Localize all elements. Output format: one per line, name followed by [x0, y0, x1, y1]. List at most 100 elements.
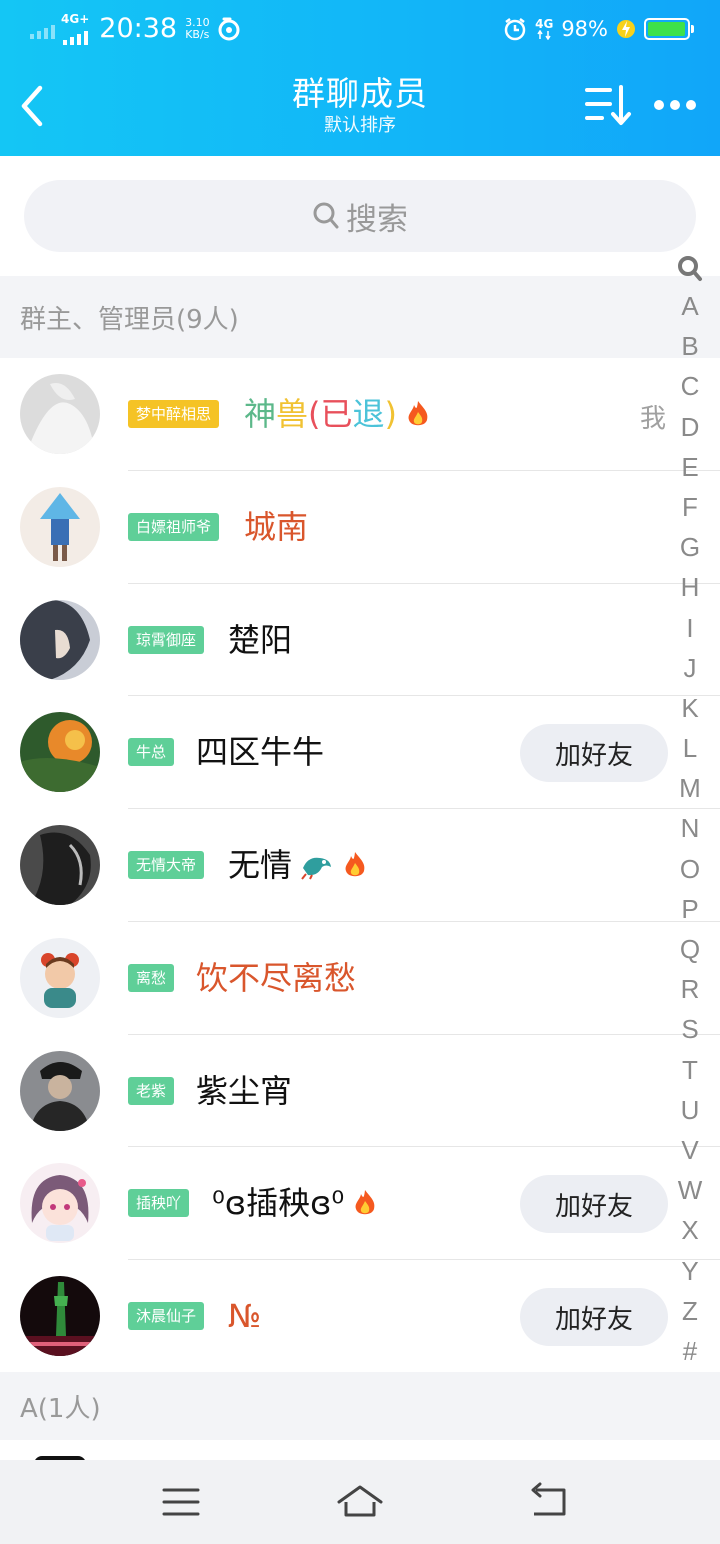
add-friend-button[interactable]: 加好友 — [520, 724, 668, 783]
list-item[interactable]: 白嫖祖师爷 城南 — [0, 470, 720, 584]
section-title: 群主、管理员(9人) — [20, 304, 239, 335]
name-char: 神 — [244, 395, 277, 433]
network-type-label-right: 4G — [535, 17, 554, 31]
member-name: № — [228, 1297, 262, 1335]
name-char: ( — [308, 395, 321, 433]
index-letter[interactable]: D — [672, 407, 708, 447]
page-title: 群聊成员 — [292, 74, 428, 113]
index-letter[interactable]: C — [672, 366, 708, 406]
status-bar: 4G+ 20:38 3.10 KB/s 4G 98% — [0, 0, 720, 58]
more-dots-icon[interactable] — [652, 96, 698, 114]
search-input[interactable]: 搜索 — [24, 180, 696, 252]
network-speed: 3.10 KB/s — [185, 17, 210, 41]
index-letter[interactable]: # — [672, 1331, 708, 1371]
member-name: 楚阳 — [228, 620, 293, 659]
index-letter[interactable]: Z — [672, 1291, 708, 1331]
section-header-a: A(1人) — [0, 1372, 720, 1440]
index-letter[interactable]: O — [672, 849, 708, 889]
fire-icon — [355, 1190, 375, 1215]
index-letter[interactable]: N — [672, 808, 708, 848]
home-icon[interactable] — [336, 1482, 384, 1522]
list-item[interactable]: 琼霄御座 楚阳 — [0, 583, 720, 697]
battery-icon — [644, 18, 694, 40]
index-letter[interactable]: V — [672, 1130, 708, 1170]
index-letter[interactable]: I — [672, 608, 708, 648]
list-item-partial — [0, 1440, 720, 1464]
index-letter[interactable]: P — [672, 889, 708, 929]
return-icon[interactable] — [528, 1482, 568, 1522]
avatar[interactable] — [20, 374, 100, 454]
index-letter[interactable]: J — [672, 648, 708, 688]
index-letter[interactable]: Y — [672, 1251, 708, 1291]
member-title-badge: 老紫 — [128, 1076, 175, 1105]
member-title-badge: 牛总 — [128, 738, 175, 767]
list-item[interactable]: 插秧吖 ⁰ɞ插秧ɞ⁰ 加好友 — [0, 1147, 720, 1260]
index-letter[interactable]: F — [672, 487, 708, 527]
index-letter[interactable]: R — [672, 969, 708, 1009]
member-name: ⁰ɞ插秧ɞ⁰ — [212, 1179, 378, 1227]
avatar[interactable] — [20, 1276, 100, 1356]
index-letter[interactable]: X — [672, 1210, 708, 1250]
battery-percent: 98% — [561, 17, 608, 41]
avatar[interactable] — [20, 937, 100, 1018]
add-friend-button[interactable]: 加好友 — [520, 1175, 668, 1234]
member-name: 紫尘宵 — [196, 1071, 293, 1110]
index-letter[interactable]: L — [672, 728, 708, 768]
index-letter[interactable]: E — [672, 447, 708, 487]
back-chevron-icon[interactable] — [18, 84, 48, 128]
index-letter[interactable]: T — [672, 1050, 708, 1090]
list-item[interactable]: 离愁 饮不尽离愁 — [0, 921, 720, 1035]
name-char: 兽 — [276, 395, 309, 433]
list-item[interactable]: 牛总 四区牛牛 加好友 — [0, 696, 720, 809]
member-name-text: ⁰ɞ插秧ɞ⁰ — [212, 1184, 345, 1223]
list-item[interactable]: 沐晨仙子 № 加好友 — [0, 1260, 720, 1373]
me-label: 我 — [640, 404, 667, 434]
index-letter[interactable]: B — [672, 326, 708, 366]
system-nav-bar — [0, 1460, 720, 1544]
member-title-badge: 无情大帝 — [128, 851, 205, 879]
index-letter[interactable]: A — [672, 286, 708, 326]
index-letter[interactable]: U — [672, 1090, 708, 1130]
avatar[interactable] — [20, 486, 100, 567]
network-type-label: 4G+ — [61, 12, 90, 26]
index-letter[interactable]: Q — [672, 929, 708, 969]
avatar[interactable] — [20, 1163, 100, 1244]
data-arrows-icon — [537, 30, 551, 40]
name-char: 退 — [352, 395, 385, 433]
menu-lines-icon[interactable] — [162, 1482, 200, 1522]
index-letter[interactable]: M — [672, 768, 708, 808]
index-letter[interactable]: G — [672, 527, 708, 567]
index-letters: A B C D E F G H I J K L M N O P Q R S T U V W X Y Z # — [672, 286, 708, 1371]
member-name: 神兽(已退) — [244, 390, 431, 438]
list-item[interactable]: 老紫 紫尘宵 — [0, 1034, 720, 1148]
section-header-admins: 群主、管理员(9人) — [0, 276, 720, 358]
avatar[interactable] — [20, 825, 100, 905]
index-search-icon[interactable] — [672, 252, 708, 286]
alarm-icon — [504, 18, 526, 41]
avatar[interactable] — [20, 712, 100, 793]
dragon-icon — [301, 857, 332, 880]
add-friend-button[interactable]: 加好友 — [520, 1288, 668, 1346]
index-letter[interactable]: W — [672, 1170, 708, 1210]
section-title: A(1人) — [20, 1393, 101, 1424]
fire-icon — [408, 401, 428, 426]
charging-icon — [617, 20, 635, 38]
index-letter[interactable]: H — [672, 567, 708, 607]
clock: 20:38 — [99, 13, 178, 44]
list-item[interactable]: 无情大帝 无情 — [0, 809, 720, 922]
name-char: 已 — [320, 395, 353, 433]
avatar[interactable] — [20, 1050, 100, 1131]
search-area: 搜索 — [0, 156, 720, 276]
member-title-badge: 插秧吖 — [128, 1189, 190, 1218]
index-letter[interactable]: S — [672, 1009, 708, 1049]
avatar[interactable] — [20, 599, 100, 680]
member-name: 城南 — [244, 507, 309, 546]
index-letter[interactable]: K — [672, 688, 708, 728]
speed-unit: KB/s — [185, 28, 210, 41]
member-title-badge: 梦中醉相思 — [128, 400, 220, 428]
member-title-badge: 白嫖祖师爷 — [128, 512, 220, 541]
signal-weak-icon — [30, 19, 55, 39]
alphabet-index-bar[interactable]: A B C D E F G H I J K L M N O P Q R S T U V W X Y Z # — [672, 252, 708, 1371]
list-item[interactable]: 梦中醉相思 神兽(已退) 我 — [0, 358, 720, 471]
sort-icon[interactable] — [584, 84, 634, 126]
